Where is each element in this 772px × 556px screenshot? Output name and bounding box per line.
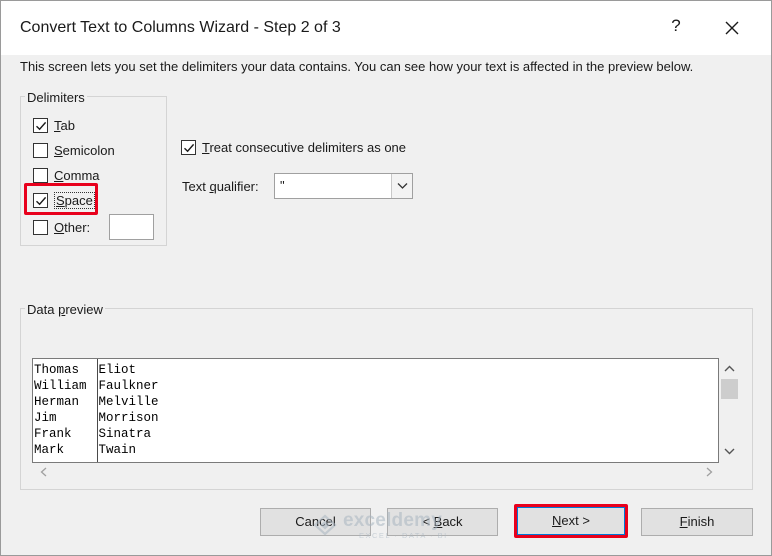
tab-label: Tab — [54, 117, 75, 133]
semicolon-checkbox-box[interactable] — [33, 142, 48, 158]
next-button[interactable]: Next > — [517, 507, 625, 535]
tab-checkbox[interactable]: Tab — [33, 116, 75, 134]
space-checkbox[interactable]: Space — [33, 191, 95, 209]
table-row: William Faulkner — [33, 378, 159, 394]
chevron-down-icon[interactable] — [391, 174, 412, 198]
table-row: Mark Twain — [33, 442, 159, 462]
table-row: Herman Melville — [33, 394, 159, 410]
semicolon-label: Semicolon — [54, 142, 115, 158]
scroll-thumb[interactable] — [721, 379, 738, 399]
other-checkbox[interactable]: Other: — [33, 218, 90, 236]
close-icon[interactable] — [719, 15, 745, 41]
delimiters-group-label: Delimiters — [25, 90, 87, 105]
table-row: Jim Morrison — [33, 410, 159, 426]
back-button[interactable]: < Back — [387, 508, 498, 536]
tab-checkbox-box[interactable] — [33, 117, 48, 133]
semicolon-checkbox[interactable]: Semicolon — [33, 141, 115, 159]
checkmark-icon — [36, 196, 47, 205]
intro-text: This screen lets you set the delimiters … — [20, 59, 694, 74]
text-qualifier-value: " — [280, 178, 285, 193]
preview-vertical-scrollbar[interactable] — [719, 358, 740, 463]
data-preview-group-label: Data preview — [25, 302, 105, 317]
checkmark-icon — [36, 121, 47, 130]
checkmark-icon — [184, 143, 195, 152]
space-label: Space — [54, 191, 95, 209]
consecutive-delimiters-checkbox[interactable]: Treat consecutive delimiters as one — [181, 138, 406, 156]
preview-horizontal-scrollbar[interactable] — [32, 463, 719, 480]
consecutive-label: Treat consecutive delimiters as one — [202, 139, 407, 155]
other-delimiter-input[interactable] — [109, 214, 154, 240]
data-preview-table: Thomas Eliot William Faulkner Herman Melvil… — [33, 359, 159, 462]
table-row: Thomas Eliot — [33, 359, 159, 378]
finish-button[interactable]: Finish — [641, 508, 753, 536]
comma-checkbox[interactable]: Comma — [33, 166, 100, 184]
convert-text-to-columns-dialog: Convert Text to Columns Wizard - Step 2 … — [0, 0, 772, 556]
window-title: Convert Text to Columns Wizard - Step 2 … — [20, 19, 341, 36]
table-row: Frank Sinatra — [33, 426, 152, 442]
comma-label: Comma — [54, 167, 100, 183]
scroll-right-icon[interactable] — [700, 463, 718, 480]
other-label: Other: — [54, 219, 91, 235]
help-button[interactable]: ? — [665, 16, 687, 40]
cancel-button[interactable]: Cancel — [260, 508, 371, 536]
scroll-left-icon[interactable] — [34, 463, 52, 480]
scroll-up-icon[interactable] — [719, 360, 740, 377]
text-qualifier-label: Text qualifier: — [182, 179, 259, 194]
scroll-down-icon[interactable] — [719, 443, 740, 460]
space-checkbox-box[interactable] — [33, 192, 48, 208]
text-qualifier-dropdown[interactable]: " — [274, 173, 413, 199]
title-bar: Convert Text to Columns Wizard - Step 2 … — [1, 1, 771, 55]
data-preview-area[interactable]: Thomas Eliot William Faulkner Herman Melvil… — [32, 358, 719, 463]
consecutive-checkbox-box[interactable] — [181, 139, 196, 155]
other-checkbox-box[interactable] — [33, 219, 48, 235]
comma-checkbox-box[interactable] — [33, 167, 48, 183]
